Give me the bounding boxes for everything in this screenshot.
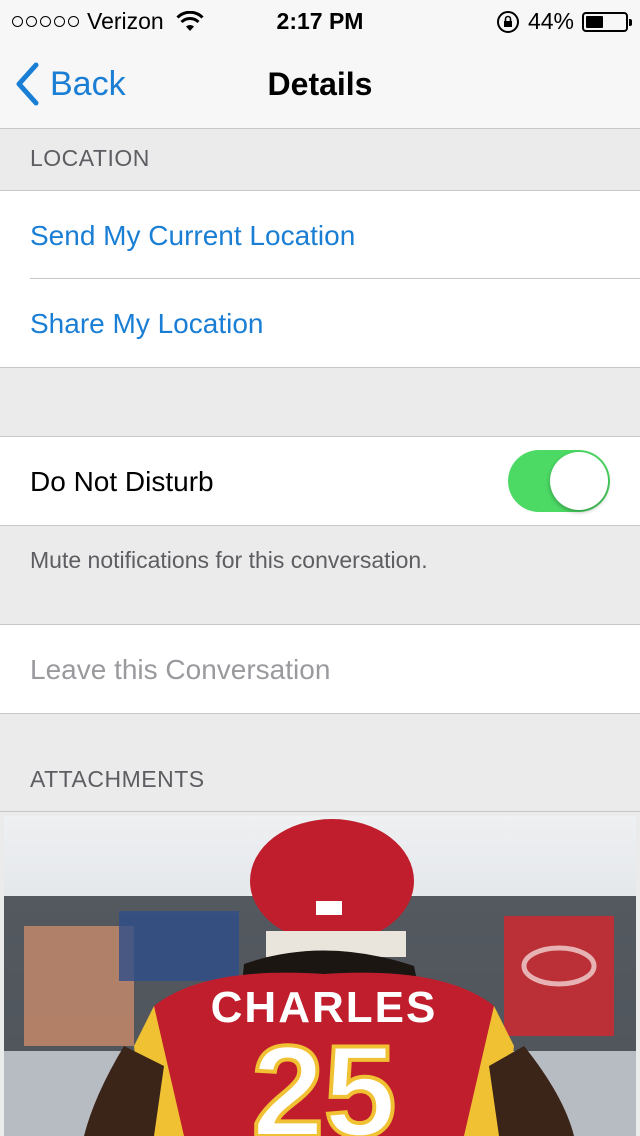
attachments-section-header: ATTACHMENTS	[30, 766, 205, 792]
divider	[0, 811, 640, 812]
football-player-photo: CHARLES 25	[4, 816, 636, 1136]
send-current-location-label: Send My Current Location	[30, 220, 356, 251]
battery-icon	[582, 11, 632, 32]
do-not-disturb-cell: Do Not Disturb	[0, 437, 640, 525]
location-section-header: LOCATION	[30, 145, 150, 171]
status-bar: Verizon 2:17 PM 44%	[0, 0, 640, 40]
do-not-disturb-toggle[interactable]	[508, 450, 610, 512]
divider	[0, 367, 640, 368]
jersey-number: 25	[252, 1018, 397, 1136]
navigation-bar: Back Details	[0, 40, 640, 129]
divider	[0, 713, 640, 714]
leave-conversation-cell[interactable]: Leave this Conversation	[0, 625, 640, 713]
leave-conversation-label: Leave this Conversation	[30, 654, 331, 685]
rotation-lock-icon	[496, 10, 519, 33]
share-location-cell[interactable]: Share My Location	[0, 279, 640, 367]
attachment-image[interactable]: CHARLES 25	[4, 816, 636, 1136]
do-not-disturb-label: Do Not Disturb	[30, 466, 214, 497]
battery-percent: 44%	[527, 8, 574, 34]
send-current-location-cell[interactable]: Send My Current Location	[0, 191, 640, 279]
page-title: Details	[267, 66, 373, 102]
divider	[0, 525, 640, 526]
battery-info: 44%	[496, 8, 632, 35]
toggle-knob	[550, 452, 608, 510]
do-not-disturb-footer: Mute notifications for this conversation…	[30, 547, 428, 573]
share-location-label: Share My Location	[30, 308, 264, 339]
